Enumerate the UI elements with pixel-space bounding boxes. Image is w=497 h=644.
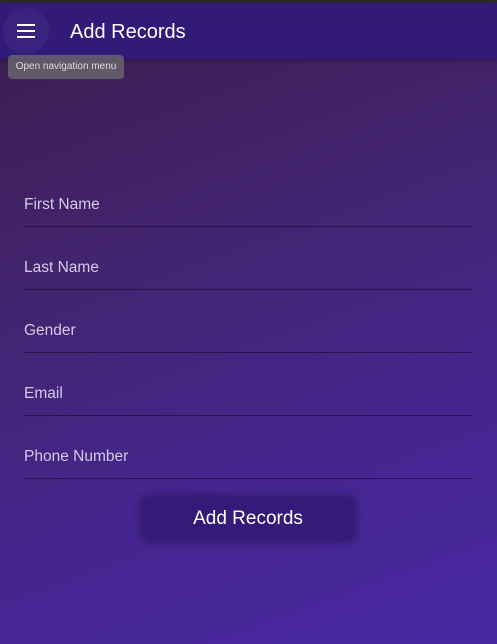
page-title: Add Records [70, 21, 186, 43]
navigation-menu-button[interactable] [3, 8, 49, 54]
email-label: Email [24, 385, 63, 402]
navigation-menu-tooltip: Open navigation menu [8, 55, 124, 79]
add-records-button[interactable]: Add Records [143, 498, 353, 540]
hamburger-menu-icon [17, 24, 35, 38]
phone-number-field[interactable]: Phone Number [24, 438, 472, 479]
app-bar: Add Records [0, 3, 497, 59]
email-field[interactable]: Email [24, 375, 472, 416]
last-name-label: Last Name [24, 259, 99, 276]
last-name-field[interactable]: Last Name [24, 249, 472, 290]
gender-label: Gender [24, 322, 76, 339]
gender-field[interactable]: Gender [24, 312, 472, 353]
first-name-label: First Name [24, 196, 100, 213]
first-name-field[interactable]: First Name [24, 186, 472, 227]
phone-number-label: Phone Number [24, 448, 129, 465]
